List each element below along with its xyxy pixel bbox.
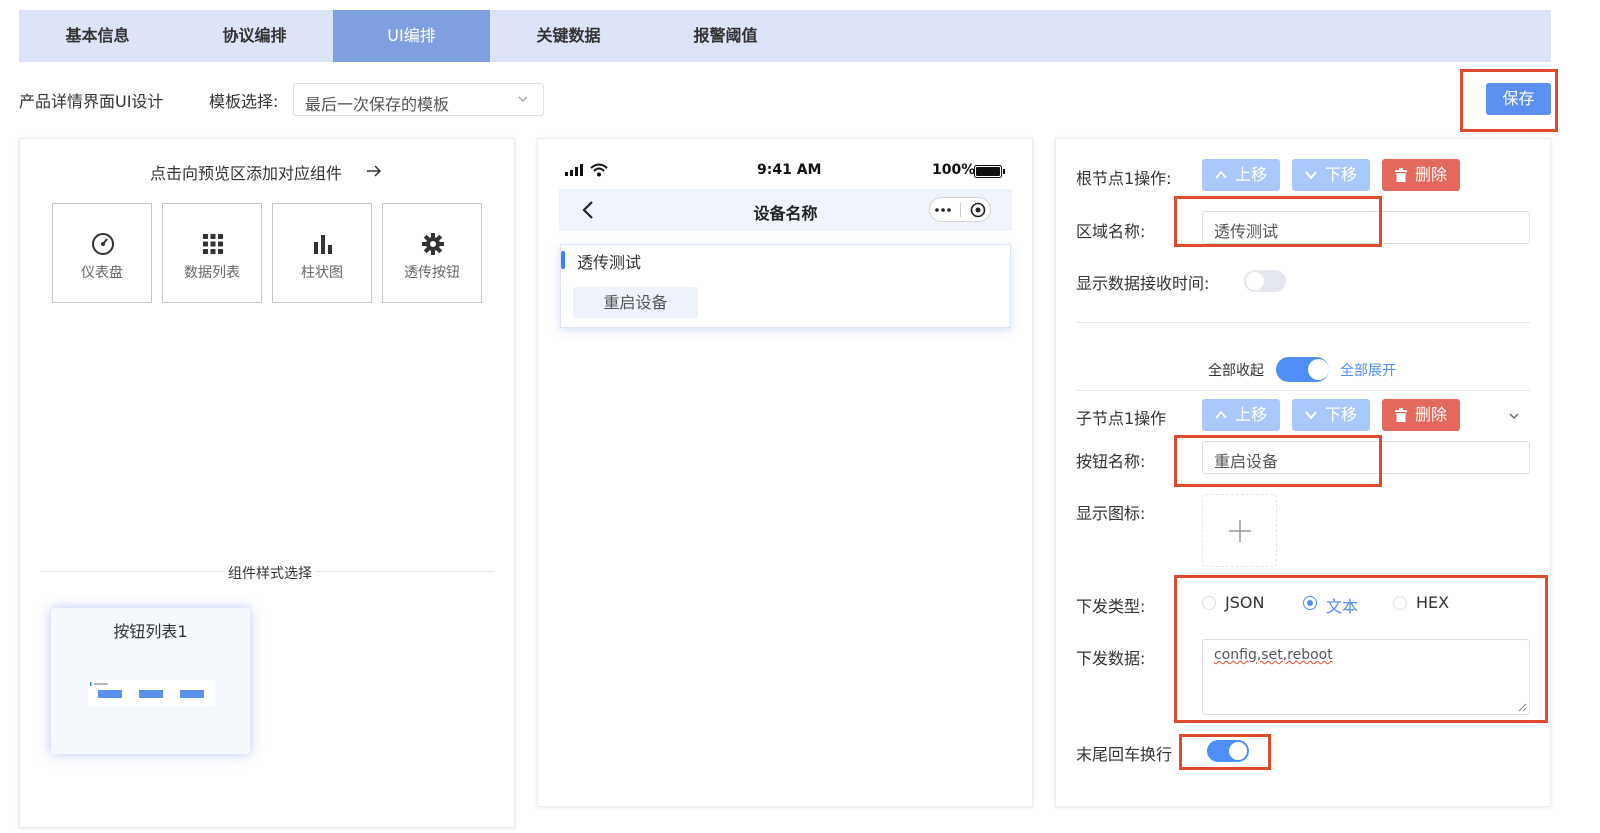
root-move-down-button[interactable]: 下移 [1292,159,1370,191]
grid-icon [203,234,223,254]
tab-protocol[interactable]: 协议编排 [176,10,333,62]
template-label: 模板选择: [209,92,279,111]
template-select[interactable]: 最后一次保存的模板 [293,83,544,116]
show-icon-label: 显示图标: [1076,504,1146,523]
page-title: 产品详情界面UI设计 [19,92,164,111]
style-section-label: 组件样式选择 [224,563,316,583]
trash-icon [1395,168,1407,182]
toggle-knob [1308,359,1329,380]
widget-accent-bar [561,251,565,269]
capsule-divider [960,203,961,217]
mini-program-capsule[interactable] [929,197,991,222]
area-name-label: 区域名称: [1076,222,1146,241]
bar-chart-icon [314,235,332,254]
back-arrow-icon[interactable] [581,200,595,220]
highlight-box [1174,196,1382,247]
arrow-right-icon [367,165,382,177]
style-card-title: 按钮列表1 [113,622,188,641]
preview-panel [537,138,1033,807]
close-target-icon[interactable] [970,202,986,218]
trash-icon [1395,408,1407,422]
child-move-up-button[interactable]: 上移 [1202,399,1280,431]
divider [1076,322,1530,323]
send-type-label: 下发类型: [1076,597,1146,616]
highlight-box [1460,69,1558,132]
component-gauge[interactable]: 仪表盘 [52,203,152,303]
root-delete-button[interactable]: 删除 [1382,159,1460,191]
widget-restart-button[interactable]: 重启设备 [573,287,698,318]
tab-key-data[interactable]: 关键数据 [490,10,647,62]
root-move-up-button[interactable]: 上移 [1202,159,1280,191]
chevron-down-icon [1305,411,1317,420]
template-select-value: 最后一次保存的模板 [305,95,450,114]
collapse-chevron-icon[interactable] [1508,410,1520,422]
style-card-button-list[interactable]: 按钮列表1 [51,608,250,754]
gear-icon [422,233,444,255]
divider [1076,390,1530,391]
preview-widget-passthrough[interactable]: 透传测试 重启设备 [560,244,1011,328]
status-battery: 100% [932,162,976,178]
style-card-thumbnail [88,680,214,706]
show-time-toggle[interactable] [1244,270,1286,292]
highlight-box [1179,734,1271,770]
show-time-label: 显示数据接收时间: [1076,274,1210,293]
component-data-list[interactable]: 数据列表 [162,203,262,303]
gauge-icon [92,233,114,255]
signal-icon [565,164,583,176]
component-bar-chart[interactable]: 柱状图 [272,203,372,303]
more-icon[interactable] [935,208,951,212]
widget-title: 透传测试 [577,253,642,272]
chevron-up-icon [1215,410,1227,419]
status-time: 9:41 AM [757,162,822,178]
highlight-box [1174,575,1548,723]
expand-all-label[interactable]: 全部展开 [1340,360,1396,380]
tab-basic-info[interactable]: 基本信息 [19,10,176,62]
chevron-down-icon [1305,171,1317,180]
collapse-all-label[interactable]: 全部收起 [1208,360,1264,380]
child-delete-button[interactable]: 删除 [1382,399,1460,431]
chevron-up-icon [1215,170,1227,179]
child-move-down-button[interactable]: 下移 [1292,399,1370,431]
plus-icon [1229,520,1251,542]
chevron-down-icon [518,96,528,102]
component-label: 数据列表 [184,265,240,281]
send-data-label: 下发数据: [1076,649,1146,668]
wifi-icon [590,163,608,177]
component-label: 仪表盘 [81,265,123,281]
battery-icon [974,165,1005,178]
tab-alarm-threshold[interactable]: 报警阈值 [647,10,804,62]
toggle-knob [1246,272,1264,290]
components-hint: 点击向预览区添加对应组件 [150,164,343,183]
expand-toggle[interactable] [1276,357,1329,382]
tab-bar: 基本信息 协议编排 UI编排 关键数据 报警阈值 [19,10,1551,62]
tab-ui-layout[interactable]: UI编排 [333,10,490,62]
root-node-label: 根节点1操作: [1076,169,1172,188]
highlight-box [1174,435,1382,487]
newline-label: 末尾回车换行 [1076,745,1173,764]
button-name-label: 按钮名称: [1076,452,1146,471]
component-passthrough-button[interactable]: 透传按钮 [382,203,482,303]
component-label: 柱状图 [301,265,343,281]
component-label: 透传按钮 [404,265,460,281]
icon-upload[interactable] [1202,494,1277,567]
child-node-label: 子节点1操作 [1076,409,1167,428]
